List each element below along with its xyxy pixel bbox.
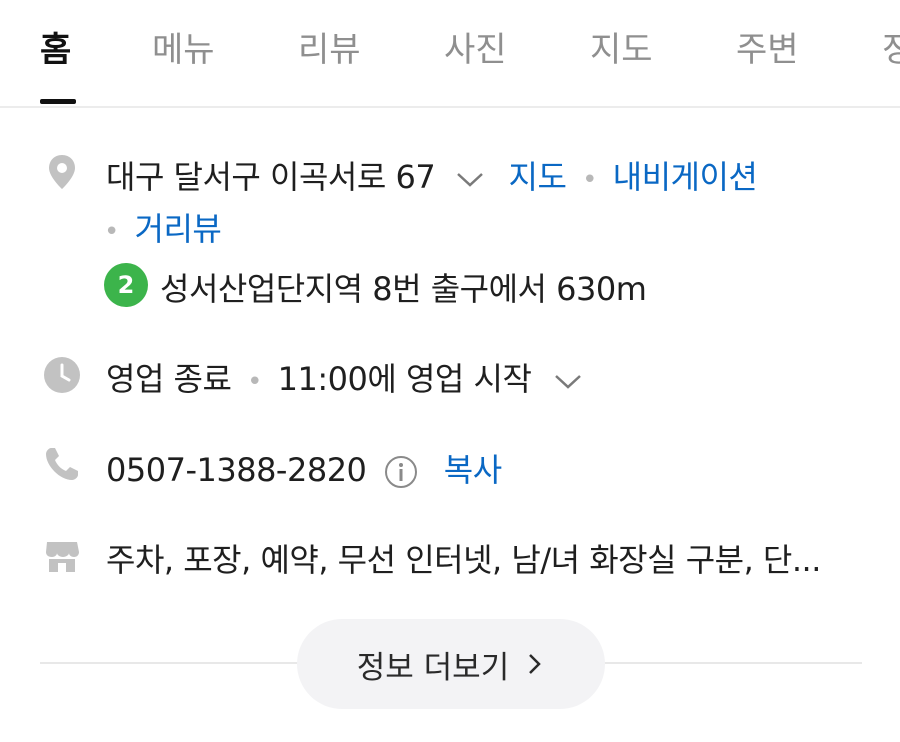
map-link[interactable]: 지도 — [509, 158, 567, 196]
location-pin-icon — [49, 155, 75, 189]
more-info-label: 정보 더보기 — [356, 649, 510, 686]
separator-dot: • — [247, 367, 262, 397]
tab-home[interactable]: 홈 — [40, 22, 71, 71]
store-icon — [46, 542, 79, 572]
tab-photos[interactable]: 사진 — [444, 22, 507, 71]
amenities-text: 주차, 포장, 예약, 무선 인터넷, 남/녀 화장실 구분, 단... — [106, 541, 821, 579]
subway-line-badge: 2 — [104, 263, 148, 307]
address-text: 대구 달서구 이곡서로 67 — [106, 158, 436, 196]
more-info-button[interactable]: 정보 더보기 — [297, 619, 605, 709]
phone-icon — [46, 448, 78, 480]
chevron-down-icon[interactable] — [455, 169, 485, 189]
copy-button[interactable]: 복사 — [444, 451, 502, 489]
separator-dot: • — [104, 217, 119, 247]
tab-bar: 홈 메뉴 리뷰 사진 지도 주변 정 — [0, 0, 900, 108]
hours-status: 영업 종료 — [106, 360, 232, 398]
info-icon[interactable] — [384, 455, 418, 489]
subway-directions: 성서산업단지역 8번 출구에서 630m — [160, 270, 647, 308]
tab-info[interactable]: 정 — [882, 22, 900, 71]
navigation-link[interactable]: 내비게이션 — [613, 158, 758, 196]
chevron-right-icon — [529, 654, 542, 674]
tab-map[interactable]: 지도 — [590, 22, 653, 71]
tab-reviews[interactable]: 리뷰 — [298, 22, 361, 71]
street-view-link[interactable]: 거리뷰 — [135, 210, 222, 248]
active-tab-indicator — [40, 99, 76, 104]
chevron-down-icon[interactable] — [553, 371, 583, 391]
separator-dot: • — [582, 165, 597, 195]
tab-menu[interactable]: 메뉴 — [152, 22, 215, 71]
clock-icon — [44, 357, 80, 393]
phone-number[interactable]: 0507-1388-2820 — [106, 451, 367, 489]
tab-nearby[interactable]: 주변 — [736, 22, 799, 71]
hours-next-open: 11:00에 영업 시작 — [277, 360, 532, 398]
